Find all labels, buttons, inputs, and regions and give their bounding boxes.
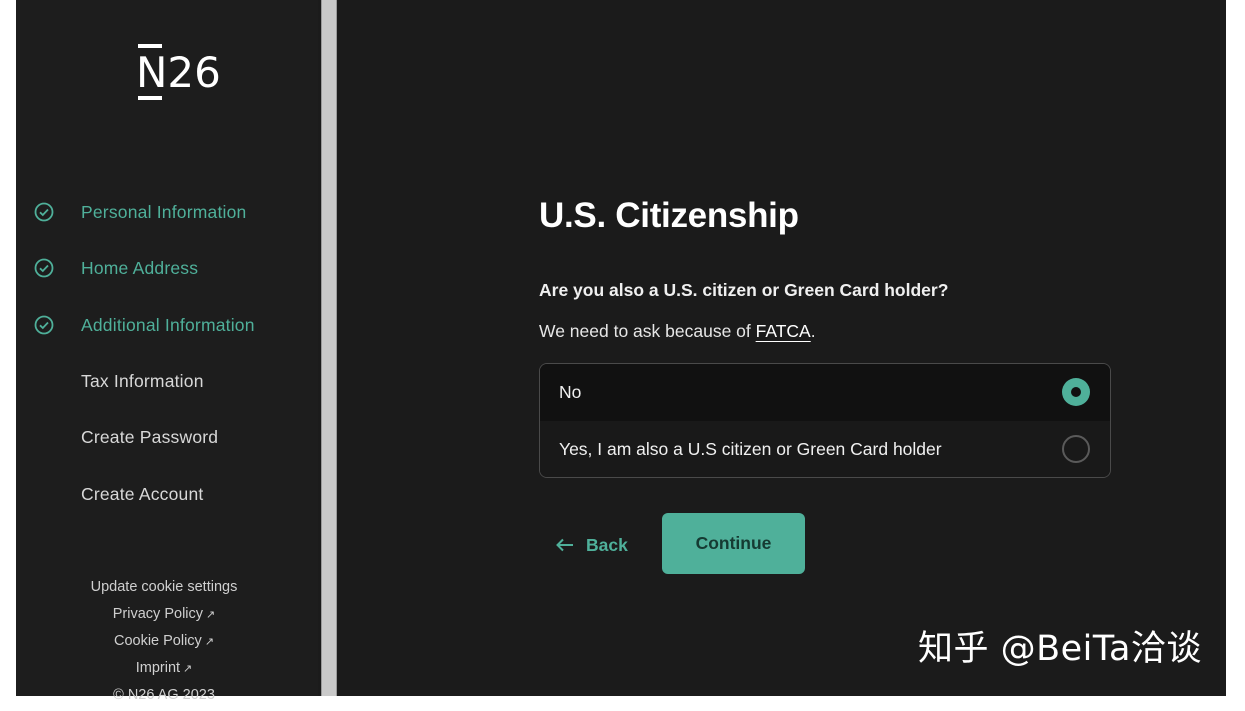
step-create-password: Create Password	[16, 417, 318, 457]
check-circle-icon	[34, 202, 54, 222]
option-yes[interactable]: Yes, I am also a U.S citizen or Green Ca…	[540, 421, 1110, 477]
external-link-icon: ↗	[183, 663, 193, 675]
cookie-policy-label: Cookie Policy	[113, 633, 202, 649]
step-tax-information: Tax Information	[16, 361, 318, 401]
option-label: No	[559, 382, 582, 402]
step-home-address[interactable]: Home Address	[16, 248, 318, 288]
cookie-settings-link[interactable]: Update cookie settings	[16, 576, 312, 603]
cookie-policy-link[interactable]: Cookie Policy ↗	[16, 630, 312, 657]
option-no[interactable]: No	[540, 364, 1110, 422]
privacy-policy-link[interactable]: Privacy Policy ↗	[16, 603, 312, 630]
copyright-text: © N26 AG 2023	[113, 687, 215, 703]
step-label: Create Account	[81, 483, 204, 504]
fatca-link[interactable]: FATCA	[756, 321, 811, 341]
step-label: Personal Information	[81, 201, 247, 222]
privacy-policy-label: Privacy Policy	[112, 606, 204, 622]
option-label: Yes, I am also a U.S citizen or Green Ca…	[559, 439, 942, 459]
step-additional-information[interactable]: Additional Information	[16, 305, 318, 345]
back-button[interactable]: Back	[556, 530, 628, 560]
back-label: Back	[586, 534, 628, 555]
explanation-suffix: .	[810, 321, 816, 341]
watermark-text: 知乎 @BeiTa洽谈	[918, 629, 1202, 669]
radio-unselected[interactable]	[1062, 435, 1090, 463]
n26-logo: N26	[136, 44, 221, 100]
sidebar-footer: Update cookie settings Privacy Policy ↗ C…	[16, 576, 312, 711]
question-text: Are you also a U.S. citizen or Green Car…	[539, 280, 949, 300]
logo-text: N26	[136, 48, 221, 97]
step-label: Create Password	[81, 426, 219, 447]
arrow-left-icon	[556, 538, 573, 552]
step-label: Tax Information	[81, 370, 204, 391]
step-personal-information[interactable]: Personal Information	[16, 192, 318, 232]
main-content	[340, 0, 1226, 696]
external-link-icon: ↗	[206, 609, 216, 621]
citizenship-options: No Yes, I am also a U.S citizen or Green…	[539, 363, 1111, 478]
external-link-icon: ↗	[204, 636, 215, 648]
explanation-prefix: We need to ask because of	[539, 321, 756, 341]
step-label: Home Address	[81, 257, 199, 278]
check-circle-icon	[34, 315, 54, 335]
imprint-link[interactable]: Imprint ↗	[16, 657, 312, 684]
imprint-label: Imprint	[135, 660, 181, 676]
continue-button[interactable]: Continue	[662, 513, 805, 574]
step-label: Additional Information	[81, 314, 255, 335]
radio-selected[interactable]	[1062, 378, 1090, 406]
scrollbar-thumb[interactable]	[321, 0, 337, 696]
explanation-text: We need to ask because of FATCA.	[539, 321, 816, 342]
step-create-account: Create Account	[16, 474, 318, 514]
check-circle-icon	[34, 258, 54, 278]
page-title: U.S. Citizenship	[539, 196, 799, 235]
